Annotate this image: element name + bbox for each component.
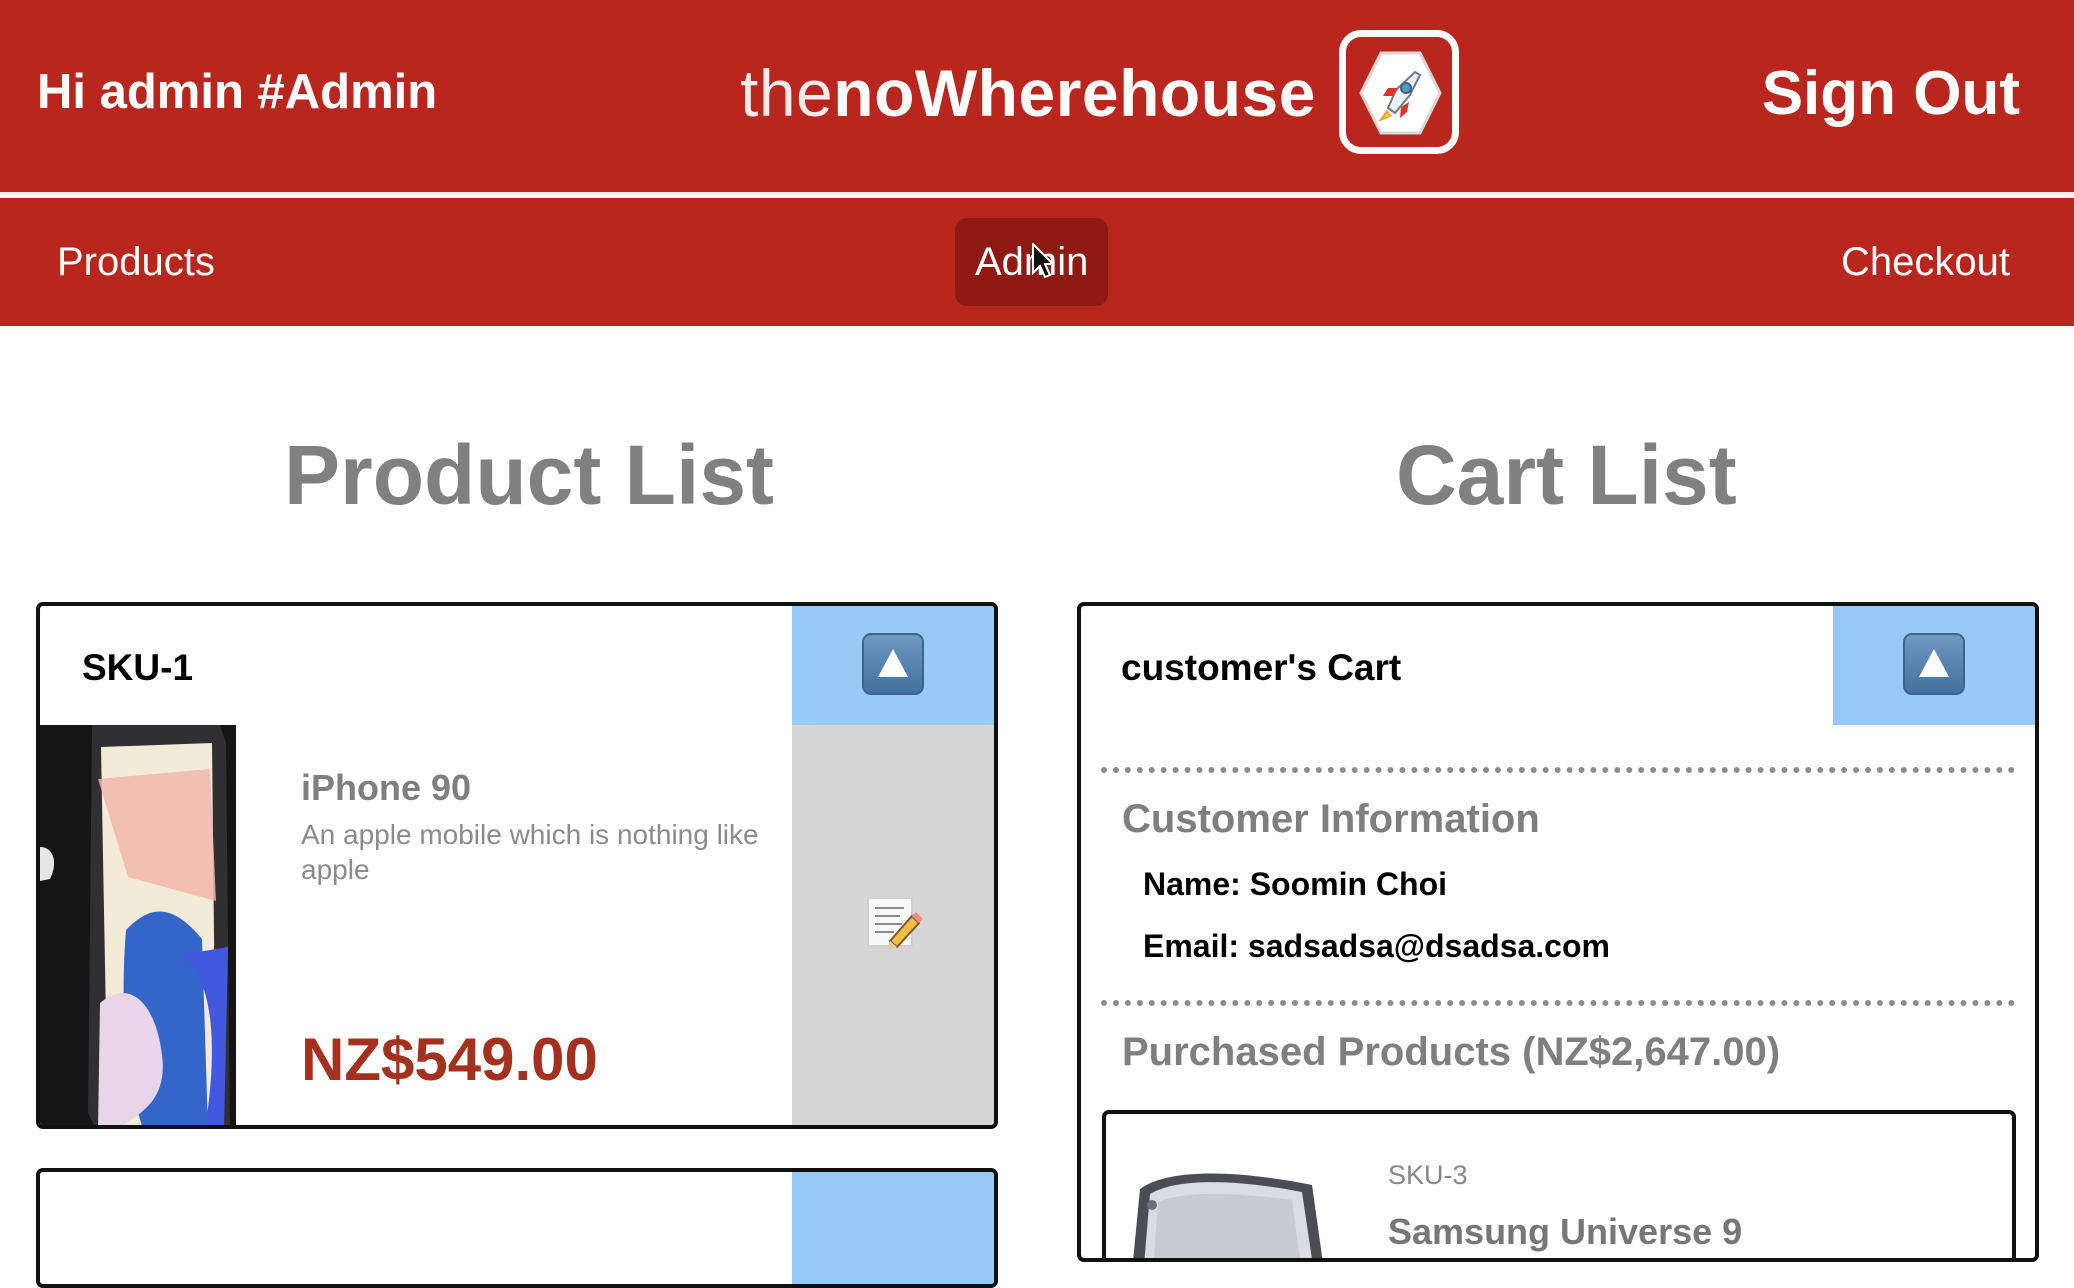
next-product-card [36, 1168, 998, 1288]
purchased-product-item: SKU-3 Samsung Universe 9 [1102, 1110, 2016, 1258]
mouse-pointer-icon [1032, 243, 1053, 279]
cart-title: customer's Cart [1121, 647, 1402, 688]
next-product-action-panel [792, 1172, 994, 1284]
product-description: An apple mobile which is nothing like ap… [301, 819, 759, 885]
brand-prefix: the [740, 56, 834, 130]
product-sku: SKU-1 [82, 647, 194, 688]
customer-information-heading: Customer Information [1122, 797, 1540, 841]
brand-name: thenoWherehouse [740, 50, 1316, 136]
nav-products[interactable]: Products [37, 218, 235, 306]
purchased-product-name: Samsung Universe 9 [1388, 1211, 1743, 1252]
customer-email: Email: sadsadsa@dsadsa.com [1143, 928, 1610, 964]
section-divider [1101, 767, 2015, 773]
admin-greeting: Hi admin #Admin [37, 65, 438, 119]
product-price: NZ$549.00 [301, 1026, 598, 1093]
product-collapse-area [792, 606, 994, 725]
purchased-product-image [1122, 1163, 1332, 1258]
product-image [40, 725, 236, 1125]
cart-list-title: Cart List [1396, 428, 1737, 522]
purchased-product-sku: SKU-3 [1388, 1160, 1468, 1190]
edit-product-button[interactable] [862, 892, 924, 954]
section-divider [1101, 1000, 2015, 1006]
product-card: SKU-1 iPhone 90 An apple mobile which is… [36, 602, 998, 1129]
sign-out-link[interactable]: Sign Out [1762, 58, 2020, 130]
product-list-title: Product List [284, 428, 775, 522]
top-header: Hi admin #Admin thenoWherehouse Sign Out [0, 0, 2074, 195]
product-action-panel [792, 606, 994, 1125]
rocket-icon [1339, 30, 1459, 154]
collapse-cart-button[interactable] [1903, 633, 1965, 695]
customer-cart-card: customer's Cart Customer Information Nam… [1077, 602, 2039, 1262]
product-name: iPhone 90 [301, 767, 472, 808]
nav-checkout[interactable]: Checkout [1821, 218, 2030, 306]
brand-main-name: noWherehouse [833, 56, 1316, 130]
collapse-product-button[interactable] [862, 633, 924, 695]
cart-collapse-area [1833, 606, 2035, 725]
purchased-products-heading: Purchased Products (NZ$2,647.00) [1122, 1030, 1781, 1074]
triangle-up-icon [878, 649, 908, 677]
customer-name: Name: Soomin Choi [1143, 866, 1448, 902]
next-product-collapse-area [792, 1172, 994, 1284]
triangle-up-icon [1919, 649, 1949, 677]
